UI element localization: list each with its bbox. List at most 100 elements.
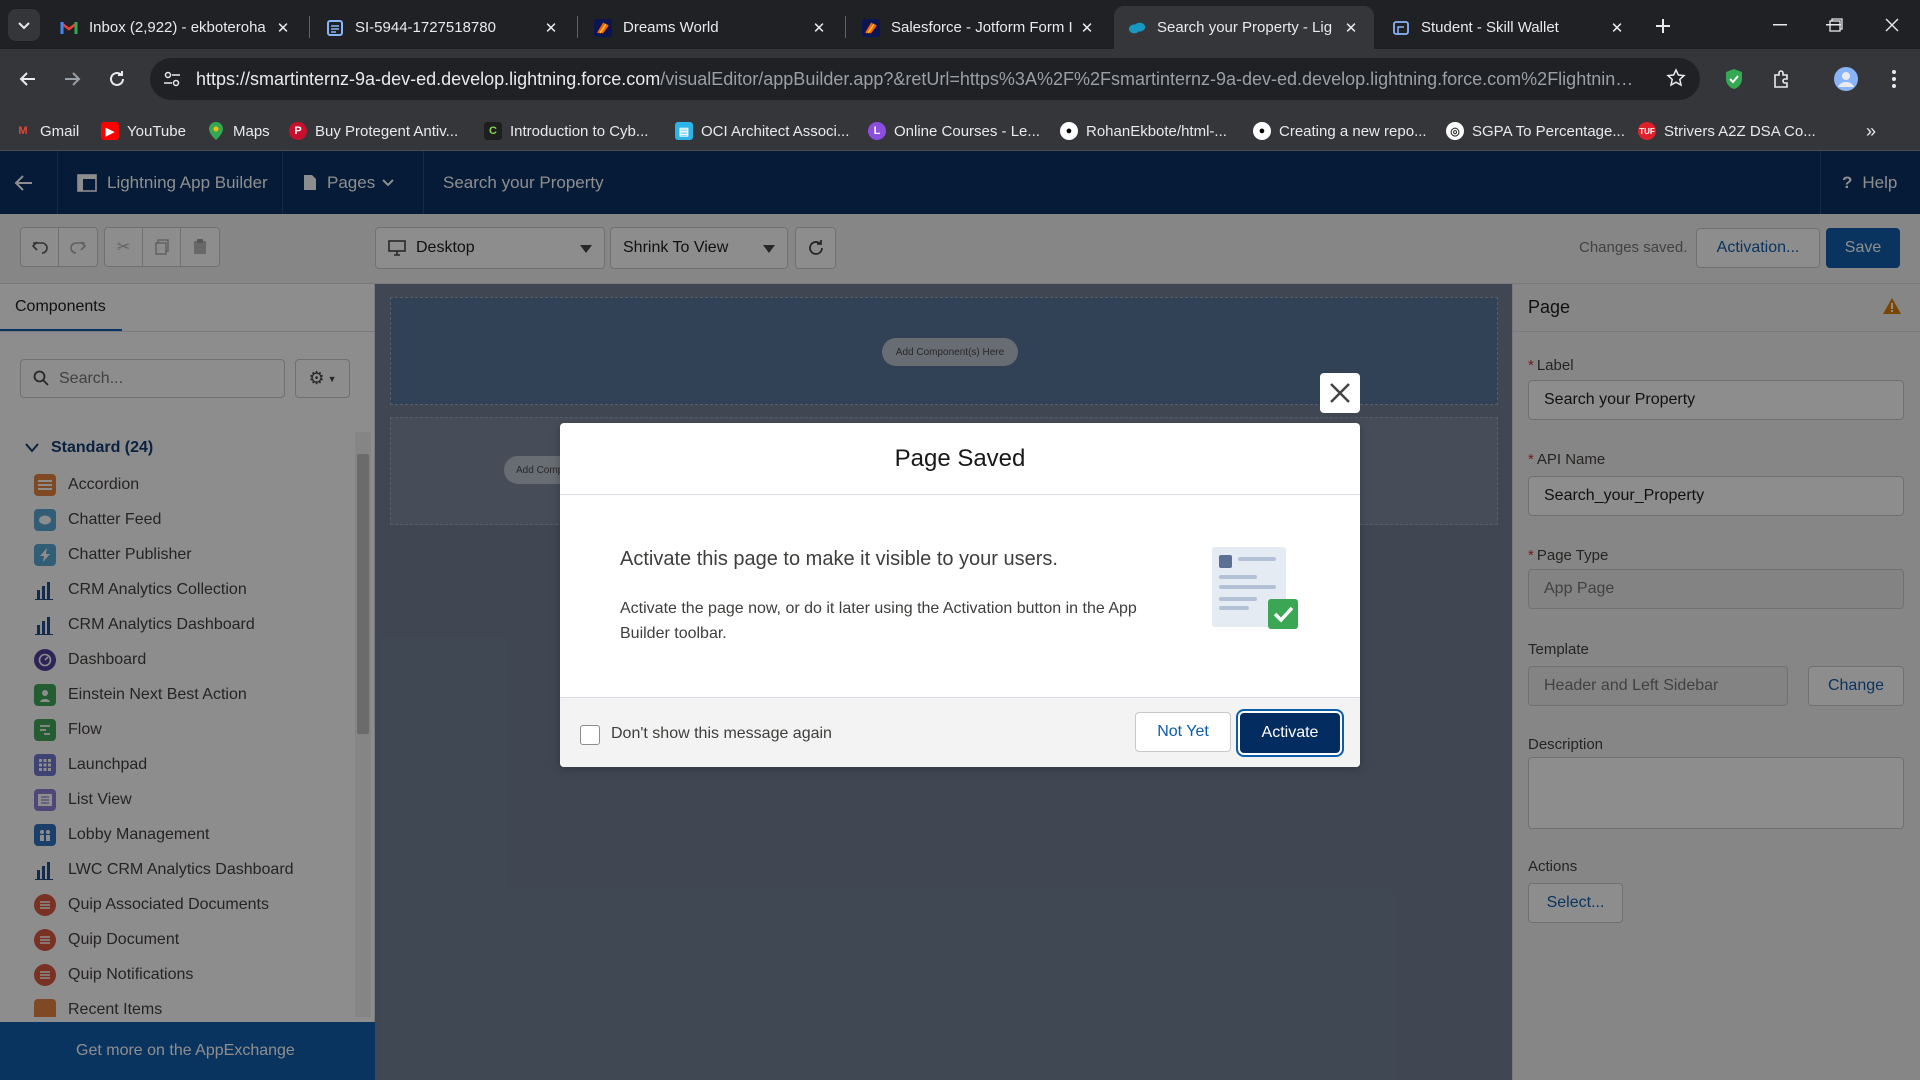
forward-button[interactable] [56, 63, 88, 95]
browser-tab-document[interactable]: SI-5944-1727518780 ✕ [312, 6, 574, 49]
bookmark-maps[interactable]: Maps [207, 119, 270, 143]
url-host: https://smartinternz-9a-dev-ed.develop.l… [196, 69, 661, 89]
bookmark-label: Gmail [40, 122, 80, 140]
close-window-button[interactable] [1864, 0, 1920, 49]
bookmark-youtube[interactable]: ▶ YouTube [101, 119, 186, 143]
tab-separator [577, 16, 578, 38]
bookmark-label: Maps [233, 122, 270, 140]
course-icon: C [484, 122, 502, 140]
tab-title: SI-5944-1727518780 [355, 19, 496, 36]
tab-title: Salesforce - Jotform Form I [891, 19, 1072, 36]
page-saved-modal: Page Saved Activate this page to make it… [560, 423, 1360, 767]
bookmark-protegent[interactable]: P Buy Protegent Antiv... [289, 119, 458, 143]
modal-body: Activate this page to make it visible to… [560, 495, 1360, 697]
bookmark-label: SGPA To Percentage... [1472, 122, 1625, 140]
bookmark-label: OCI Architect Associ... [701, 122, 850, 140]
minimize-window-button[interactable] [1752, 0, 1808, 49]
bookmark-star-icon[interactable] [1666, 68, 1686, 93]
browser-tab-active[interactable]: Search your Property - Lig ✕ [1114, 6, 1374, 49]
github-icon: ● [1253, 122, 1271, 140]
new-tab-button[interactable] [1649, 12, 1677, 40]
maps-pin-icon [207, 122, 225, 140]
reload-icon [110, 71, 124, 86]
bookmark-new-repo[interactable]: ● Creating a new repo... [1253, 119, 1427, 143]
oci-icon: ▤ [675, 122, 693, 140]
bookmark-label: Introduction to Cyb... [510, 122, 649, 140]
restore-icon [1829, 17, 1843, 32]
browser-tab-bar: Inbox (2,922) - ekboteroha ✕ SI-5944-172… [0, 0, 1920, 49]
address-bar[interactable]: https://smartinternz-9a-dev-ed.develop.l… [150, 58, 1700, 100]
browser-tab-gmail[interactable]: Inbox (2,922) - ekboteroha ✕ [46, 6, 306, 49]
url-path: /visualEditor/appBuilder.app?&retUrl=htt… [660, 69, 1636, 89]
bookmark-gmail[interactable]: M Gmail [14, 119, 79, 143]
bookmark-label: YouTube [127, 122, 186, 140]
bookmark-label: Creating a new repo... [1279, 122, 1427, 140]
modal-lead-text: Activate this page to make it visible to… [620, 548, 1058, 570]
bookmark-label: RohanEkbote/html-... [1086, 122, 1227, 140]
close-tab-icon[interactable]: ✕ [1608, 19, 1626, 37]
extension-shield-icon[interactable] [1718, 63, 1750, 95]
tab-separator [845, 16, 846, 38]
github-icon: ● [1060, 122, 1078, 140]
reload-button[interactable] [101, 63, 133, 95]
dont-show-again-checkbox[interactable] [580, 725, 600, 745]
tab-title: Student - Skill Wallet [1421, 19, 1559, 36]
close-tab-icon[interactable]: ✕ [1342, 19, 1360, 37]
bookmark-label: Buy Protegent Antiv... [315, 122, 459, 140]
bookmark-online-courses[interactable]: L Online Courses - Le... [868, 119, 1040, 143]
protegent-icon: P [289, 122, 307, 140]
gmail-icon: M [18, 125, 28, 137]
bookmark-oci[interactable]: ▤ OCI Architect Associ... [675, 119, 849, 143]
extensions-puzzle-icon[interactable] [1766, 63, 1798, 95]
tab-title: Search your Property - Lig [1157, 19, 1333, 36]
bookmark-cyber[interactable]: C Introduction to Cyb... [484, 119, 648, 143]
tuf-icon: TUF [1638, 122, 1656, 140]
bookmark-strivers[interactable]: TUF Strivers A2Z DSA Co... [1638, 119, 1816, 143]
modal-description: Activate the page now, or do it later us… [620, 600, 1137, 642]
bookmark-github[interactable]: ● RohanEkbote/html-... [1060, 119, 1227, 143]
activate-button[interactable]: Activate [1240, 713, 1340, 753]
bookmark-sgpa[interactable]: ◎ SGPA To Percentage... [1446, 119, 1625, 143]
arrow-right-icon [65, 72, 81, 86]
close-icon [1330, 383, 1350, 403]
bookmark-label: Strivers A2Z DSA Co... [1664, 122, 1816, 140]
browser-tab-dreams-world[interactable]: Dreams World ✕ [580, 6, 842, 49]
minimize-icon [1773, 23, 1787, 25]
tab-title: Inbox (2,922) - ekboteroha [89, 19, 266, 36]
tab-separator [309, 16, 310, 38]
more-bookmarks-icon[interactable]: » [1866, 119, 1876, 143]
close-modal-button[interactable] [1320, 373, 1360, 413]
courses-icon: L [868, 122, 886, 140]
profile-avatar[interactable] [1830, 63, 1862, 95]
youtube-icon: ▶ [101, 122, 119, 140]
salesforce-cloud-icon [1128, 19, 1146, 37]
jotform-icon [862, 18, 880, 37]
browser-tab-jotform[interactable]: Salesforce - Jotform Form I ✕ [848, 6, 1110, 49]
plus-icon [1656, 19, 1670, 33]
tab-title: Dreams World [623, 19, 719, 36]
close-tab-icon[interactable]: ✕ [274, 19, 292, 37]
site-info-icon[interactable] [162, 69, 182, 89]
browser-tab-skill-wallet[interactable]: Student - Skill Wallet ✕ [1378, 6, 1640, 49]
not-yet-button[interactable]: Not Yet [1135, 712, 1231, 752]
document-icon [326, 19, 344, 37]
close-tab-icon[interactable]: ✕ [810, 19, 828, 37]
bookmarks-bar: M Gmail ▶ YouTube Maps P Buy Protegent Anti… [0, 111, 1920, 151]
close-tab-icon[interactable]: ✕ [542, 19, 560, 37]
dont-show-again-label[interactable]: Don't show this message again [611, 725, 832, 743]
checklist-illustration-icon [1212, 547, 1298, 629]
jotform-icon [594, 18, 612, 37]
tab-search-button[interactable] [8, 9, 40, 41]
bookmark-label: Online Courses - Le... [894, 122, 1040, 140]
wallet-icon [1392, 19, 1410, 37]
url-text: https://smartinternz-9a-dev-ed.develop.l… [196, 69, 1636, 90]
browser-toolbar: https://smartinternz-9a-dev-ed.develop.l… [0, 49, 1920, 111]
restore-window-button[interactable] [1808, 0, 1864, 49]
arrow-left-icon [19, 72, 35, 86]
globe-icon: ◎ [1446, 122, 1464, 140]
close-tab-icon[interactable]: ✕ [1078, 19, 1096, 37]
back-button[interactable] [12, 63, 44, 95]
modal-footer: Don't show this message again Not Yet Ac… [560, 697, 1360, 767]
kebab-menu-icon[interactable] [1878, 63, 1910, 95]
chevron-down-icon [18, 22, 30, 30]
